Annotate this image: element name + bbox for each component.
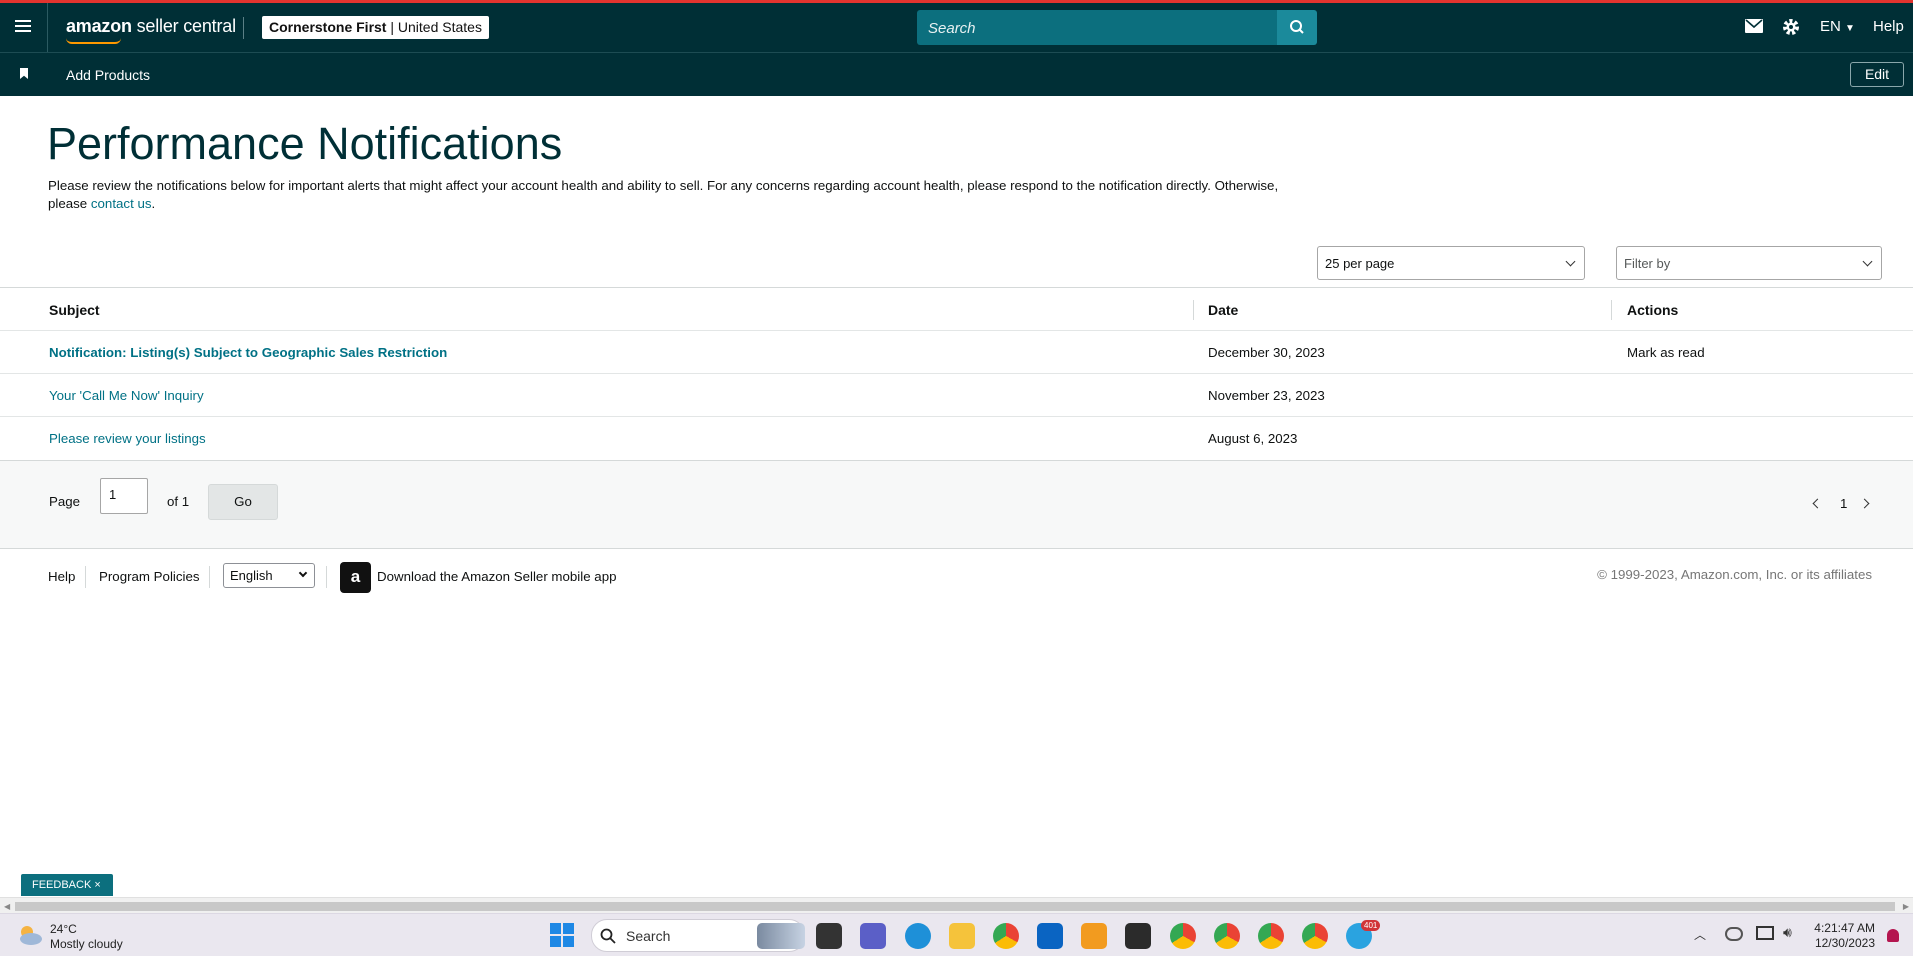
weather-cloud-icon[interactable] <box>16 922 44 948</box>
column-divider <box>1193 300 1194 320</box>
app-download-link[interactable]: Download the Amazon Seller mobile app <box>377 569 617 584</box>
chrome-profile-icon[interactable] <box>1302 923 1328 949</box>
page-label: Page <box>49 494 81 509</box>
top-navigation-bar: amazon seller central Cornerstone First … <box>0 3 1913 52</box>
caret-down-icon: ▼ <box>1845 23 1855 34</box>
notification-bell-icon[interactable] <box>1887 929 1899 942</box>
app-r-icon[interactable] <box>1081 923 1107 949</box>
table-row: Notification: Listing(s) Subject to Geog… <box>0 331 1913 374</box>
divider <box>243 17 244 39</box>
filter-select[interactable]: Filter by <box>1616 246 1882 280</box>
page-total-label: of 1 <box>167 494 190 509</box>
column-divider <box>1611 300 1612 320</box>
contact-us-link[interactable]: contact us <box>91 196 152 211</box>
search-icon <box>1290 20 1304 34</box>
program-policies-link[interactable]: Program Policies <box>99 569 200 584</box>
search-input[interactable]: Search <box>917 10 1277 45</box>
system-clock[interactable]: 4:21:47 AM 12/30/2023 <box>1814 921 1875 951</box>
notification-date: August 6, 2023 <box>1208 431 1298 446</box>
page-title: Performance Notifications <box>47 118 563 169</box>
notification-date: December 30, 2023 <box>1208 345 1325 360</box>
file-explorer-icon[interactable] <box>949 923 975 949</box>
store-switcher[interactable]: Cornerstone First | United States <box>262 16 489 39</box>
task-view-icon[interactable] <box>816 923 842 949</box>
telegram-unread-badge: 401 <box>1361 920 1381 931</box>
menu-icon[interactable] <box>12 17 34 39</box>
search-button[interactable] <box>1277 10 1317 45</box>
divider <box>85 566 86 588</box>
divider <box>209 566 210 588</box>
teams-icon[interactable] <box>860 923 886 949</box>
mark-as-read-link[interactable]: Mark as read <box>1627 345 1705 360</box>
weather-widget[interactable]: 24°C Mostly cloudy <box>50 922 123 952</box>
pagination-bar: Page 1 of 1 Go 1 <box>0 461 1913 549</box>
chevron-right-icon[interactable] <box>1859 498 1870 509</box>
notification-subject-link[interactable]: Your 'Call Me Now' Inquiry <box>49 388 204 403</box>
notification-subject-link[interactable]: Notification: Listing(s) Subject to Geog… <box>49 345 447 360</box>
settings-gear-icon[interactable] <box>1781 17 1801 42</box>
per-page-select[interactable]: 25 per page <box>1317 246 1585 280</box>
notification-subject-link[interactable]: Please review your listings <box>49 431 206 446</box>
chevron-down-icon <box>1565 256 1576 267</box>
volume-icon[interactable]: 🔊︎ <box>1783 924 1792 941</box>
table-header-row: Subject Date Actions <box>0 288 1913 331</box>
chrome-icon[interactable] <box>993 923 1019 949</box>
language-selector[interactable]: EN ▼ <box>1820 18 1855 35</box>
amazon-seller-app-icon[interactable]: a <box>340 562 371 593</box>
display-icon[interactable] <box>1756 926 1774 940</box>
search-highlight-icon[interactable] <box>757 923 805 949</box>
outlook-icon[interactable] <box>1037 923 1063 949</box>
page-number-input[interactable]: 1 <box>100 478 148 514</box>
bookmark-icon[interactable] <box>20 68 28 79</box>
current-page-number[interactable]: 1 <box>1840 496 1847 511</box>
add-products-link[interactable]: Add Products <box>66 67 150 83</box>
chevron-down-icon <box>1862 256 1873 267</box>
notifications-table: Subject Date Actions Notification: Listi… <box>0 287 1913 461</box>
close-icon[interactable]: × <box>94 879 100 891</box>
sticky-notes-icon[interactable] <box>1125 923 1151 949</box>
copyright-text: © 1999-2023, Amazon.com, Inc. or its aff… <box>1597 567 1872 582</box>
go-button[interactable]: Go <box>208 484 278 520</box>
table-row: Please review your listings August 6, 20… <box>0 417 1913 460</box>
notification-date: November 23, 2023 <box>1208 388 1325 403</box>
shortcut-bar: Add Products Edit <box>0 52 1913 96</box>
edit-button[interactable]: Edit <box>1850 62 1904 87</box>
intro-text: Please review the notifications below fo… <box>48 178 1279 211</box>
chevron-left-icon[interactable] <box>1812 498 1823 509</box>
edge-icon[interactable] <box>905 923 931 949</box>
scrollbar-thumb[interactable] <box>15 902 1895 911</box>
onedrive-icon[interactable] <box>1725 927 1743 941</box>
table-row: Your 'Call Me Now' Inquiry November 23, … <box>0 374 1913 417</box>
chevron-down-icon <box>298 568 308 578</box>
footer: Help Program Policies English a Download… <box>0 560 1913 600</box>
divider <box>326 566 327 588</box>
footer-help-link[interactable]: Help <box>48 569 75 584</box>
seller-central-logo[interactable]: amazon seller central <box>66 16 236 37</box>
help-link[interactable]: Help <box>1873 18 1904 35</box>
feedback-button[interactable]: FEEDBACK × <box>21 874 113 896</box>
scroll-right-icon[interactable]: ▶ <box>1903 902 1909 911</box>
mail-icon[interactable] <box>1745 19 1763 38</box>
date-header[interactable]: Date <box>1208 302 1238 318</box>
footer-language-select[interactable]: English <box>223 563 315 588</box>
search-icon <box>600 928 616 944</box>
chrome-profile-icon[interactable] <box>1170 923 1196 949</box>
amazon-smile-icon <box>66 38 121 44</box>
windows-start-icon[interactable] <box>550 923 574 947</box>
actions-header: Actions <box>1627 302 1679 318</box>
subject-header[interactable]: Subject <box>49 302 100 318</box>
chrome-profile-icon[interactable] <box>1214 923 1240 949</box>
divider <box>47 3 48 52</box>
windows-taskbar: 24°C Mostly cloudy Search 401 ︿ 🔊︎ 4:21:4… <box>0 913 1913 956</box>
scroll-left-icon[interactable]: ◀ <box>4 902 10 911</box>
chevron-up-icon[interactable]: ︿ <box>1694 926 1706 943</box>
chrome-profile-icon[interactable] <box>1258 923 1284 949</box>
horizontal-scrollbar[interactable]: ◀ ▶ <box>0 897 1913 913</box>
